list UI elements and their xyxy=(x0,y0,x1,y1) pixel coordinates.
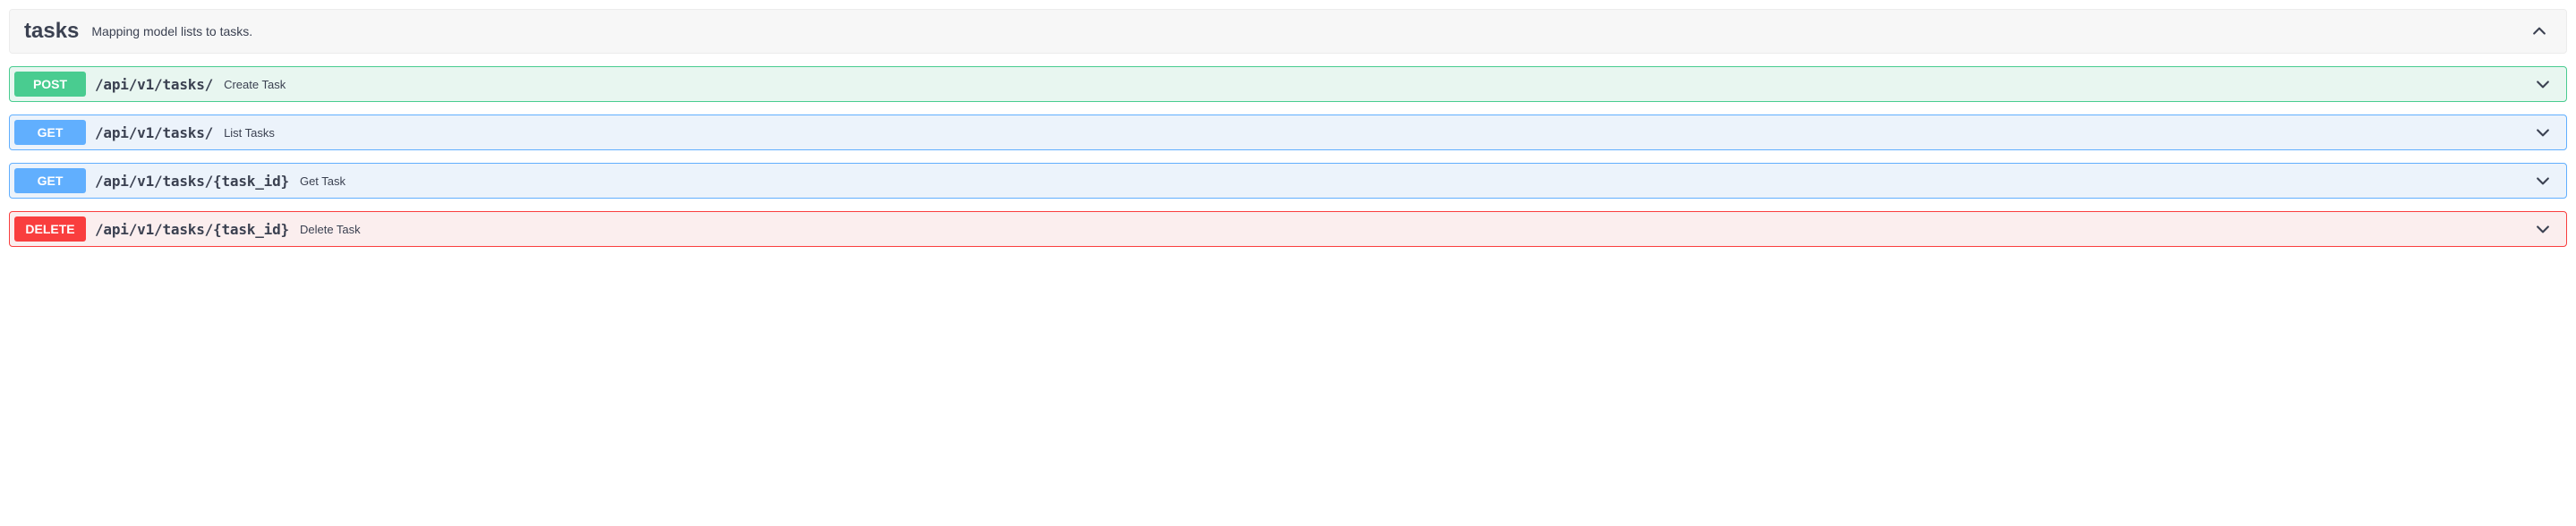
chevron-down-icon xyxy=(2534,75,2552,93)
endpoint-summary: List Tasks xyxy=(224,126,2534,140)
operation-row[interactable]: GET/api/v1/tasks/List Tasks xyxy=(9,115,2567,150)
http-method-badge: POST xyxy=(14,72,86,97)
operations-list: POST/api/v1/tasks/Create Task GET/api/v1/… xyxy=(9,66,2567,247)
api-tag-section: tasks Mapping model lists to tasks. POST… xyxy=(9,9,2567,247)
operation-row[interactable]: POST/api/v1/tasks/Create Task xyxy=(9,66,2567,102)
tag-name: tasks xyxy=(24,19,79,44)
http-method-badge: GET xyxy=(14,168,86,193)
chevron-down-icon xyxy=(2534,123,2552,141)
tag-header[interactable]: tasks Mapping model lists to tasks. xyxy=(9,9,2567,54)
tag-description: Mapping model lists to tasks. xyxy=(91,24,2530,38)
http-method-badge: GET xyxy=(14,120,86,145)
chevron-up-icon xyxy=(2530,22,2548,40)
operation-row[interactable]: GET/api/v1/tasks/{task_id} Get Task xyxy=(9,163,2567,199)
http-method-badge: DELETE xyxy=(14,216,86,242)
endpoint-path: /api/v1/tasks/{task_id} xyxy=(95,173,289,190)
endpoint-summary: Delete Task xyxy=(300,223,2534,236)
endpoint-path: /api/v1/tasks/ xyxy=(95,124,213,141)
operation-row[interactable]: DELETE/api/v1/tasks/{task_id} Delete Task xyxy=(9,211,2567,247)
endpoint-summary: Create Task xyxy=(224,78,2534,91)
endpoint-path: /api/v1/tasks/ xyxy=(95,76,213,93)
endpoint-path: /api/v1/tasks/{task_id} xyxy=(95,221,289,238)
endpoint-summary: Get Task xyxy=(300,174,2534,188)
chevron-down-icon xyxy=(2534,220,2552,238)
chevron-down-icon xyxy=(2534,172,2552,190)
